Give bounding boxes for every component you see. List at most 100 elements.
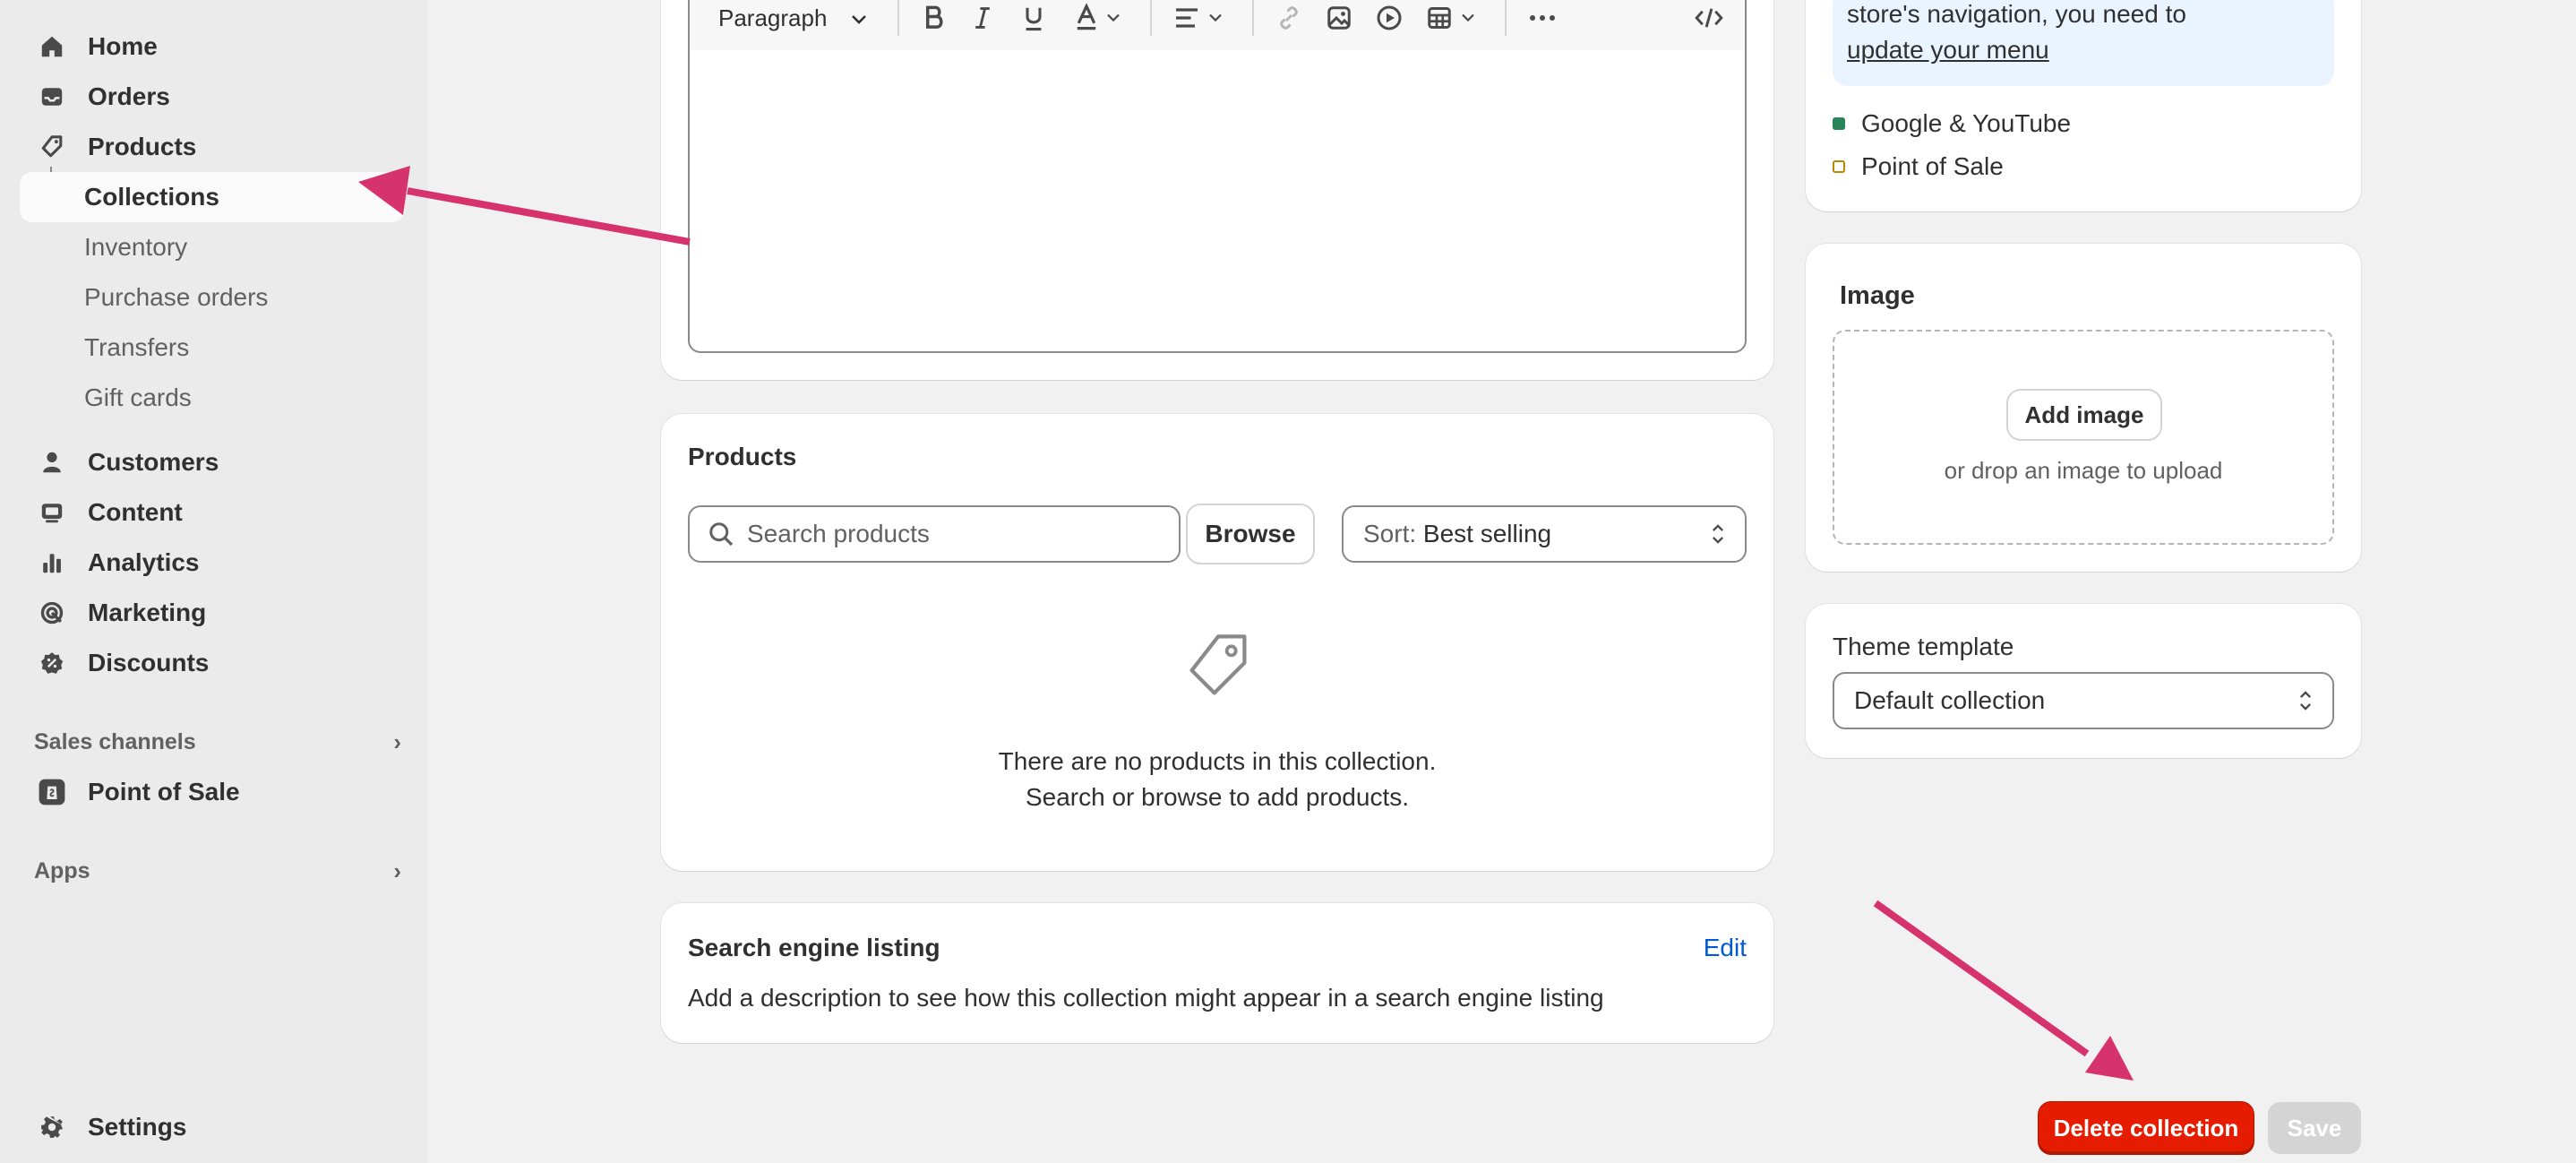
- channel-google-youtube: Google & YouTube: [1833, 109, 2071, 138]
- published-status-dot: [1833, 117, 1845, 130]
- nav-analytics[interactable]: Analytics: [20, 538, 405, 588]
- nav-label: Analytics: [88, 548, 200, 576]
- text-color-dropdown[interactable]: [1073, 2, 1121, 34]
- nav-label: Point of Sale: [88, 778, 240, 805]
- dropzone-hint: or drop an image to upload: [1944, 457, 2223, 484]
- paragraph-label: Paragraph: [718, 4, 828, 31]
- nav-inventory[interactable]: Inventory: [20, 222, 405, 272]
- chevron-down-icon: [1462, 13, 1474, 22]
- select-arrows-icon: [2298, 689, 2313, 712]
- more-options-icon[interactable]: [1528, 2, 1557, 34]
- content-icon: [38, 498, 66, 527]
- image-card-title: Image: [1840, 281, 1915, 310]
- chevron-right-icon: ›: [393, 857, 401, 884]
- search-icon: [708, 521, 734, 547]
- sidebar: Home Orders Products Collections Invento…: [0, 0, 428, 1163]
- nav-gift-cards[interactable]: Gift cards: [20, 373, 405, 423]
- image-dropzone[interactable]: Add image or drop an image to upload: [1833, 330, 2334, 545]
- nav-label: Content: [88, 498, 183, 526]
- rich-text-editor[interactable]: Paragraph: [688, 0, 1747, 353]
- seo-card: Search engine listing Edit Add a descrip…: [661, 903, 1773, 1043]
- sales-channels-header[interactable]: Sales channels ›: [34, 724, 401, 760]
- sort-prefix: Sort:: [1363, 520, 1417, 547]
- products-card-title: Products: [688, 443, 797, 470]
- nav-settings[interactable]: Settings: [20, 1102, 405, 1152]
- nav-label: Discounts: [88, 649, 210, 676]
- nav-point-of-sale[interactable]: Point of Sale: [20, 767, 405, 817]
- apps-header[interactable]: Apps ›: [34, 853, 401, 889]
- add-image-button[interactable]: Add image: [2008, 391, 2160, 439]
- paragraph-format-dropdown[interactable]: Paragraph: [718, 2, 868, 34]
- underline-icon[interactable]: [1021, 2, 1046, 34]
- discount-badge-icon: [38, 649, 66, 677]
- nav-discounts[interactable]: Discounts: [20, 638, 405, 688]
- apps-label: Apps: [34, 857, 90, 883]
- nav-content[interactable]: Content: [20, 487, 405, 538]
- save-button[interactable]: Save: [2268, 1102, 2361, 1154]
- empty-tag-icon: [1181, 629, 1256, 711]
- seo-description: Add a description to see how this collec…: [688, 984, 1604, 1012]
- toolbar-divider: [1150, 0, 1152, 36]
- nav-marketing[interactable]: Marketing: [20, 588, 405, 638]
- gear-icon: [38, 1113, 66, 1141]
- chevron-right-icon: ›: [393, 728, 401, 755]
- nav-orders[interactable]: Orders: [20, 72, 405, 122]
- nav-label: Purchase orders: [84, 283, 269, 311]
- theme-template-card: Theme template Default collection: [1806, 604, 2361, 758]
- add-image-label: Add image: [2024, 401, 2144, 428]
- delete-collection-label: Delete collection: [2053, 1114, 2239, 1141]
- tag-icon: [38, 133, 66, 161]
- nav-label: Collections: [84, 183, 219, 211]
- update-menu-link[interactable]: update your menu: [1847, 36, 2049, 65]
- theme-template-label: Theme template: [1833, 633, 2014, 660]
- align-dropdown[interactable]: [1173, 2, 1224, 34]
- channel-point-of-sale: Point of Sale: [1833, 152, 2004, 181]
- point-of-sale-app-icon: [38, 778, 66, 806]
- unpublished-status-dot: [1833, 160, 1845, 173]
- nav-label: Customers: [88, 448, 219, 476]
- empty-state-text: There are no products in this collection…: [661, 744, 1773, 815]
- arrow-to-delete-button: [1873, 900, 2134, 1081]
- nav-customers[interactable]: Customers: [20, 437, 405, 487]
- seo-card-title: Search engine listing: [688, 934, 940, 961]
- person-icon: [38, 448, 66, 477]
- seo-edit-link[interactable]: Edit: [1704, 934, 1747, 962]
- products-card: Products Search products Browse Sort: Be…: [661, 414, 1773, 871]
- empty-state-line2: Search or browse to add products.: [1025, 783, 1409, 811]
- toolbar-divider: [1505, 0, 1507, 36]
- toolbar-divider: [1252, 0, 1254, 36]
- chevron-down-icon: [1209, 13, 1222, 22]
- nav-label: Home: [88, 32, 158, 60]
- nav-collections[interactable]: Collections: [20, 172, 405, 222]
- nav-label: Products: [88, 133, 197, 160]
- sales-channels-label: Sales channels: [34, 728, 196, 754]
- insert-image-icon[interactable]: [1326, 2, 1352, 34]
- nav-label: Settings: [88, 1113, 187, 1141]
- search-products-input[interactable]: Search products: [688, 505, 1181, 563]
- insert-video-icon[interactable]: [1376, 2, 1403, 34]
- editor-toolbar: Paragraph: [690, 0, 1745, 50]
- sort-select[interactable]: Sort: Best selling: [1342, 505, 1747, 563]
- notice-text: store's navigation, you need to: [1847, 0, 2186, 28]
- nav-home[interactable]: Home: [20, 22, 405, 72]
- search-placeholder: Search products: [747, 520, 930, 547]
- insert-table-dropdown[interactable]: [1426, 2, 1476, 34]
- nav-purchase-orders[interactable]: Purchase orders: [20, 272, 405, 323]
- italic-icon[interactable]: [971, 2, 994, 34]
- link-icon[interactable]: [1275, 2, 1302, 34]
- browse-button[interactable]: Browse: [1188, 505, 1313, 563]
- nav-label: Orders: [88, 82, 170, 110]
- nav-products[interactable]: Products: [20, 122, 405, 172]
- bold-icon[interactable]: [921, 2, 948, 34]
- delete-collection-button[interactable]: Delete collection: [2039, 1102, 2254, 1154]
- image-card: Image Add image or drop an image to uplo…: [1806, 244, 2361, 572]
- theme-template-value: Default collection: [1854, 686, 2046, 714]
- bar-chart-icon: [38, 548, 66, 577]
- code-view-icon[interactable]: [1695, 2, 1723, 34]
- nav-transfers[interactable]: Transfers: [20, 323, 405, 373]
- theme-template-select[interactable]: Default collection: [1833, 672, 2334, 729]
- sort-value: Best selling: [1422, 520, 1552, 547]
- empty-state-line1: There are no products in this collection…: [998, 747, 1437, 775]
- target-icon: [38, 599, 66, 627]
- nav-label: Marketing: [88, 599, 207, 626]
